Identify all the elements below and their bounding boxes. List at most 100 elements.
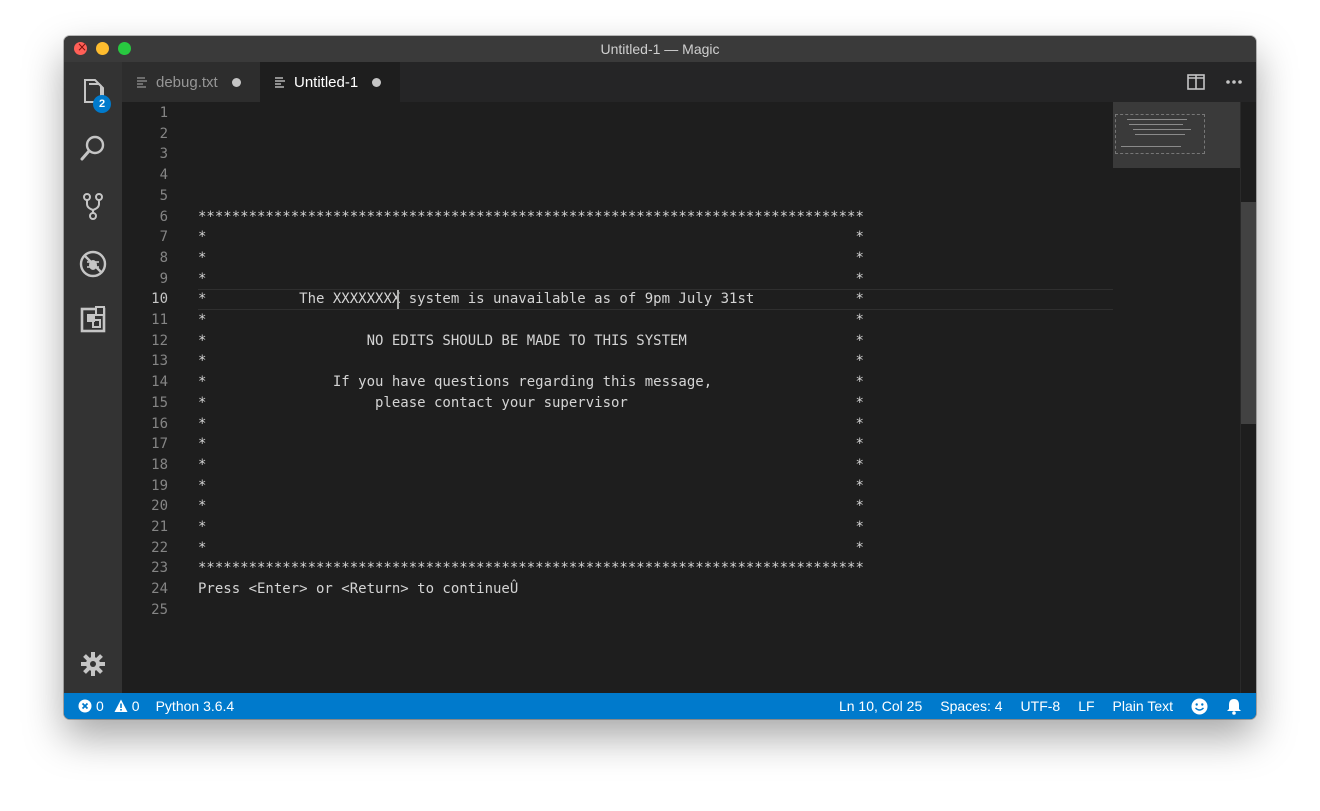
bell-icon: [1227, 698, 1241, 715]
language-mode[interactable]: Plain Text: [1113, 698, 1173, 714]
tab-untitled-1[interactable]: Untitled-1: [260, 62, 400, 102]
close-window-button[interactable]: [74, 40, 87, 55]
line-number: 17: [151, 436, 168, 453]
code-line[interactable]: * *: [198, 414, 864, 435]
line-number: 5: [159, 187, 168, 204]
line-number: 4: [159, 167, 168, 184]
feedback-button[interactable]: [1191, 698, 1208, 715]
code-line[interactable]: * *: [198, 269, 864, 290]
source-control-icon: [83, 193, 103, 220]
line-number: 12: [151, 332, 168, 349]
line-number: 6: [159, 208, 168, 225]
minimap-line: [1121, 146, 1181, 147]
text-cursor: [396, 290, 399, 310]
code-line[interactable]: * *: [198, 310, 864, 331]
warning-count: 0: [131, 698, 140, 714]
code-line[interactable]: * *: [198, 248, 864, 269]
line-number: 13: [151, 353, 168, 370]
code-line[interactable]: * NO EDITS SHOULD BE MADE TO THIS SYSTEM…: [198, 331, 864, 352]
line-number: 24: [151, 581, 168, 598]
line-number: 25: [151, 601, 168, 618]
line-number: 10: [151, 291, 168, 308]
tab-label: Untitled-1: [294, 73, 359, 91]
unsaved-dot-icon[interactable]: [231, 77, 241, 87]
line-number: 14: [151, 374, 168, 391]
notifications-button[interactable]: [1226, 698, 1242, 715]
file-encoding[interactable]: UTF-8: [1021, 698, 1061, 714]
minimap-line: [1133, 129, 1191, 130]
maximize-window-button[interactable]: [118, 42, 131, 55]
gear-icon: [81, 652, 105, 676]
code-line[interactable]: * *: [198, 351, 864, 372]
tab-bar: debug.txt Untitled-1: [122, 62, 1256, 102]
tab-label: debug.txt: [156, 73, 218, 91]
activity-manage[interactable]: [64, 638, 122, 690]
indentation[interactable]: Spaces: 4: [940, 698, 1002, 714]
code-line[interactable]: * If you have questions regarding this m…: [198, 372, 864, 393]
status-right: Ln 10, Col 25 Spaces: 4 UTF-8 LF Plain T…: [839, 693, 1242, 719]
minimap[interactable]: [1113, 102, 1240, 168]
activity-bar: 2: [64, 62, 122, 693]
code-line[interactable]: * *: [198, 455, 864, 476]
title-bar: Untitled-1 — Magic: [64, 36, 1256, 63]
extensions-icon: [80, 306, 106, 333]
line-number: 3: [159, 146, 168, 163]
line-number: 20: [151, 498, 168, 515]
split-editor-icon: [1187, 74, 1205, 90]
line-number: 15: [151, 394, 168, 411]
line-number-gutter: 1 2 3 4 5 6 7 8 9 10 11 12 13 14 15 16 17 18 19 20 21 22 23 24 2…: [122, 102, 180, 693]
scrollbar-thumb[interactable]: [1241, 202, 1256, 424]
text-file-icon: [137, 77, 147, 88]
line-number: 1: [159, 105, 168, 121]
editor-window: Untitled-1 — Magic 2: [64, 36, 1256, 719]
text-file-icon: [275, 77, 285, 88]
line-number: 23: [151, 560, 168, 577]
code-line[interactable]: * The XXXXXXXX system is unavailable as …: [198, 289, 864, 310]
tab-debug-txt[interactable]: debug.txt: [122, 62, 260, 102]
code-line[interactable]: Press <Enter> or <Return> to continueÛ: [198, 579, 518, 600]
end-of-line[interactable]: LF: [1078, 698, 1094, 714]
more-actions-button[interactable]: [1222, 70, 1246, 94]
window-controls: [74, 40, 131, 55]
more-icon: [1226, 80, 1242, 84]
status-left: 0 0 Python 3.6.4: [78, 693, 234, 719]
unsaved-dot-icon[interactable]: [372, 77, 382, 87]
code-line[interactable]: ****************************************…: [198, 558, 864, 579]
activity-explorer[interactable]: 2: [64, 66, 122, 118]
window-title: Untitled-1 — Magic: [600, 41, 720, 57]
line-number: 19: [151, 477, 168, 494]
minimap-line: [1129, 124, 1183, 125]
line-number: 7: [159, 229, 168, 246]
minimize-window-button[interactable]: [96, 42, 109, 55]
code-line[interactable]: * *: [198, 227, 864, 248]
code-line[interactable]: ****************************************…: [198, 207, 864, 228]
minimap-line: [1127, 119, 1187, 120]
search-icon: [80, 135, 105, 161]
activity-source-control[interactable]: [64, 180, 122, 232]
debug-icon: [79, 250, 107, 278]
python-interpreter[interactable]: Python 3.6.4: [156, 698, 235, 714]
problems-indicator[interactable]: 0 0: [78, 698, 140, 714]
vertical-scrollbar[interactable]: [1240, 102, 1256, 693]
code-line[interactable]: * *: [198, 434, 864, 455]
code-line[interactable]: * please contact your supervisor *: [198, 393, 864, 414]
line-number: 21: [151, 519, 168, 535]
split-editor-button[interactable]: [1184, 70, 1208, 94]
warning-icon: [114, 699, 128, 712]
activity-search[interactable]: [64, 122, 122, 174]
error-icon: [78, 699, 92, 713]
code-line[interactable]: * *: [198, 538, 864, 559]
activity-extensions[interactable]: [64, 294, 122, 346]
status-bar: 0 0 Python 3.6.4 Ln 10, Col 25 Spaces: 4…: [64, 693, 1256, 719]
line-number: 22: [151, 539, 168, 556]
code-line[interactable]: * *: [198, 476, 864, 497]
cursor-position[interactable]: Ln 10, Col 25: [839, 698, 922, 714]
line-number: 18: [151, 456, 168, 473]
code-area[interactable]: ****************************************…: [198, 102, 1098, 693]
explorer-badge: 2: [93, 95, 111, 113]
activity-debug[interactable]: [64, 238, 122, 290]
minimap-line: [1135, 134, 1185, 135]
code-line[interactable]: * *: [198, 496, 864, 517]
code-editor[interactable]: 1 2 3 4 5 6 7 8 9 10 11 12 13 14 15 16 17 18 19 20 21 22 23 24 2…: [122, 102, 1256, 693]
code-line[interactable]: * *: [198, 517, 864, 538]
